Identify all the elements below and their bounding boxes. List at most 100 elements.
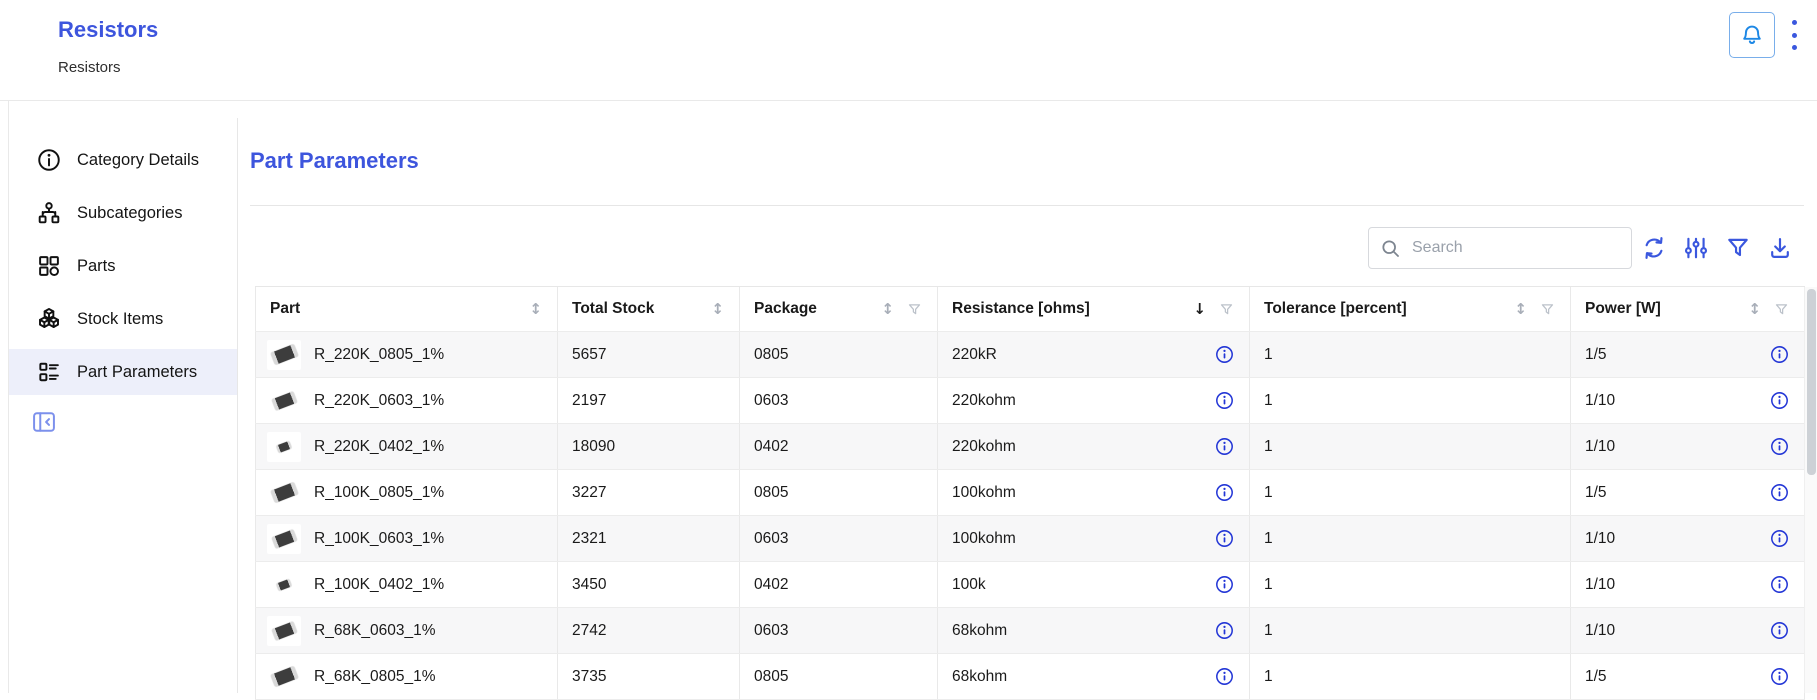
column-label: Tolerance [percent] (1264, 300, 1407, 318)
column-header-package[interactable]: Package ↕ (739, 287, 937, 331)
notifications-button[interactable] (1729, 12, 1775, 58)
column-label: Part (270, 300, 300, 318)
column-header-power-w[interactable]: Power [W] ↕ (1570, 287, 1805, 331)
part-thumbnail (267, 386, 301, 416)
breadcrumb[interactable]: Resistors (58, 59, 121, 76)
resistor-chip-image (270, 666, 298, 687)
sidebar-item-parts[interactable]: Parts (9, 243, 237, 289)
search-input[interactable] (1410, 238, 1631, 258)
tolerance-value: 1 (1264, 484, 1273, 502)
column-label: Total Stock (572, 300, 654, 318)
info-icon[interactable] (1215, 345, 1234, 364)
kebab-dot (1792, 45, 1797, 50)
info-icon[interactable] (1215, 575, 1234, 594)
resistance-value: 220kR (952, 346, 997, 364)
sort-icon[interactable]: ↕ (1514, 300, 1527, 318)
sidebar-item-part-parameters[interactable]: Part Parameters (9, 349, 237, 395)
info-icon[interactable] (1770, 391, 1789, 410)
tolerance-value: 1 (1264, 668, 1273, 686)
table-row[interactable]: R_68K_0603_1% 2742 0603 68kohm 1 1/10 (255, 608, 1805, 654)
cell-package: 0603 (739, 378, 937, 423)
total-stock-value: 5657 (572, 346, 606, 364)
sort-icon[interactable]: ↕ (711, 300, 724, 318)
scrollbar-thumb[interactable] (1807, 289, 1816, 475)
info-icon[interactable] (1215, 483, 1234, 502)
total-stock-value: 3227 (572, 484, 606, 502)
table-row[interactable]: R_68K_0805_1% 3735 0805 68kohm 1 1/5 (255, 654, 1805, 700)
info-icon[interactable] (1770, 345, 1789, 364)
filter-icon[interactable] (1725, 235, 1751, 261)
info-icon[interactable] (1770, 483, 1789, 502)
column-header-part[interactable]: Part ↕ (255, 287, 557, 331)
info-icon[interactable] (1215, 529, 1234, 548)
table-row[interactable]: R_220K_0805_1% 5657 0805 220kR 1 1/5 (255, 332, 1805, 378)
cell-resistance: 68kohm (937, 608, 1249, 653)
resistance-value: 100kohm (952, 530, 1016, 548)
kebab-menu-button[interactable] (1787, 20, 1801, 50)
cell-part: R_68K_0805_1% (255, 654, 557, 699)
info-icon[interactable] (1215, 391, 1234, 410)
resistor-chip-image (276, 578, 292, 590)
resistance-value: 100kohm (952, 484, 1016, 502)
info-icon[interactable] (1215, 621, 1234, 640)
table-row[interactable]: R_100K_0805_1% 3227 0805 100kohm 1 1/5 (255, 470, 1805, 516)
table-header-row: Part ↕Total Stock ↕Package ↕Resistance [… (255, 286, 1805, 332)
table-scrollbar[interactable] (1804, 287, 1817, 693)
table-row[interactable]: R_100K_0402_1% 3450 0402 100k 1 1/10 (255, 562, 1805, 608)
adjustments-icon[interactable] (1683, 235, 1709, 261)
total-stock-value: 2742 (572, 622, 606, 640)
cell-part: R_220K_0805_1% (255, 332, 557, 377)
package-value: 0402 (754, 438, 788, 456)
column-header-tolerance-percent[interactable]: Tolerance [percent] ↕ (1249, 287, 1570, 331)
sidebar-item-stock-items[interactable]: Stock Items (9, 296, 237, 342)
cell-resistance: 100k (937, 562, 1249, 607)
package-value: 0805 (754, 484, 788, 502)
package-value: 0805 (754, 346, 788, 364)
part-name: R_100K_0603_1% (314, 530, 444, 548)
sort-icon[interactable]: ↕ (529, 300, 542, 318)
info-icon[interactable] (1770, 529, 1789, 548)
collapse-sidebar-button[interactable] (30, 408, 58, 436)
sort-icon[interactable]: ↕ (1748, 300, 1761, 318)
column-header-resistance-ohms[interactable]: Resistance [ohms] ↓ (937, 287, 1249, 331)
info-icon[interactable] (1770, 621, 1789, 640)
power-value: 1/10 (1585, 392, 1615, 410)
refresh-icon[interactable] (1641, 235, 1667, 261)
part-parameters-table: Part ↕Total Stock ↕Package ↕Resistance [… (255, 286, 1805, 700)
table-row[interactable]: R_100K_0603_1% 2321 0603 100kohm 1 1/10 (255, 516, 1805, 562)
column-filter-icon[interactable] (907, 302, 922, 317)
part-name: R_220K_0402_1% (314, 438, 444, 456)
info-circle-icon (36, 147, 62, 173)
resistor-chip-image (270, 482, 298, 503)
download-icon[interactable] (1767, 235, 1793, 261)
cell-total-stock: 3227 (557, 470, 739, 515)
sort-icon[interactable]: ↕ (881, 300, 894, 318)
cell-package: 0805 (739, 654, 937, 699)
power-value: 1/10 (1585, 438, 1615, 456)
column-filter-icon[interactable] (1219, 302, 1234, 317)
cell-part: R_100K_0805_1% (255, 470, 557, 515)
table-row[interactable]: R_220K_0402_1% 18090 0402 220kohm 1 1/10 (255, 424, 1805, 470)
sidebar-item-category-details[interactable]: Category Details (9, 137, 237, 183)
info-icon[interactable] (1770, 667, 1789, 686)
column-header-total-stock[interactable]: Total Stock ↕ (557, 287, 739, 331)
sort-desc-icon[interactable]: ↓ (1193, 300, 1206, 318)
column-filter-icon[interactable] (1774, 302, 1789, 317)
cell-resistance: 220kohm (937, 424, 1249, 469)
content-left-border (8, 100, 9, 693)
table-row[interactable]: R_220K_0603_1% 2197 0603 220kohm 1 1/10 (255, 378, 1805, 424)
table-toolbar (1641, 235, 1793, 261)
column-label: Resistance [ohms] (952, 300, 1090, 318)
info-icon[interactable] (1770, 575, 1789, 594)
part-name: R_220K_0603_1% (314, 392, 444, 410)
sidebar-item-subcategories[interactable]: Subcategories (9, 190, 237, 236)
info-icon[interactable] (1215, 437, 1234, 456)
power-value: 1/10 (1585, 622, 1615, 640)
column-filter-icon[interactable] (1540, 302, 1555, 317)
cell-total-stock: 5657 (557, 332, 739, 377)
tolerance-value: 1 (1264, 576, 1273, 594)
info-icon[interactable] (1215, 667, 1234, 686)
part-thumbnail (267, 478, 301, 508)
resistor-chip-image (270, 344, 298, 365)
info-icon[interactable] (1770, 437, 1789, 456)
